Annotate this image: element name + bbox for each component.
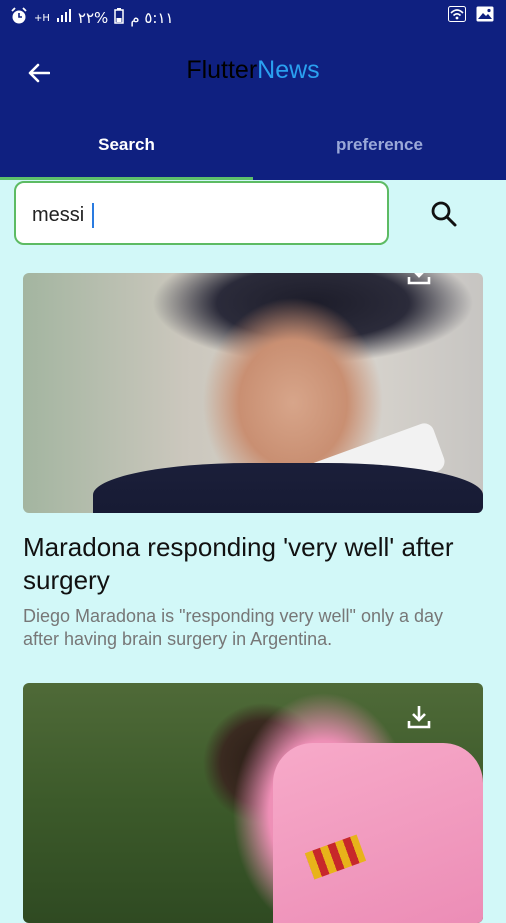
app-title-flutter: Flutter [186,56,258,84]
battery-percent: %٢٢ [77,9,109,27]
search-input[interactable] [32,183,372,247]
article-description: Diego Maradona is "responding very well"… [23,606,444,649]
signal-icon [56,9,72,27]
download-icon[interactable] [405,273,433,287]
status-right [448,6,494,26]
image-detail [273,743,483,923]
app-title-news: News [257,56,320,84]
alarm-icon [10,7,28,29]
wifi-icon [448,6,466,26]
article-card[interactable]: Maradona responding 'very well' after su… [23,273,483,651]
app-title: FlutterNews [0,56,506,85]
article-image[interactable] [23,683,483,923]
network-type: H+ [34,12,50,24]
download-icon[interactable] [405,703,433,731]
article-card[interactable] [23,683,483,923]
search-icon [431,201,457,227]
tab-preference[interactable]: preference [253,130,506,180]
gallery-icon [476,6,494,26]
status-bar: ٥:١١ م %٢٢ H+ [0,0,506,34]
tab-search[interactable]: Search [0,130,253,180]
clock-time: ٥:١١ م [130,9,174,27]
search-button[interactable] [424,194,464,234]
text-cursor [92,203,94,228]
tab-indicator [0,177,253,180]
article-image[interactable] [23,273,483,513]
search-field[interactable] [14,181,389,247]
status-left: ٥:١١ م %٢٢ H+ [10,7,174,29]
article-title[interactable]: Maradona responding 'very well' after su… [23,531,483,597]
tab-bar: Search preference [0,130,506,180]
image-detail [93,463,483,513]
app-bar: FlutterNews Search preference [0,34,506,180]
battery-icon [114,8,125,28]
